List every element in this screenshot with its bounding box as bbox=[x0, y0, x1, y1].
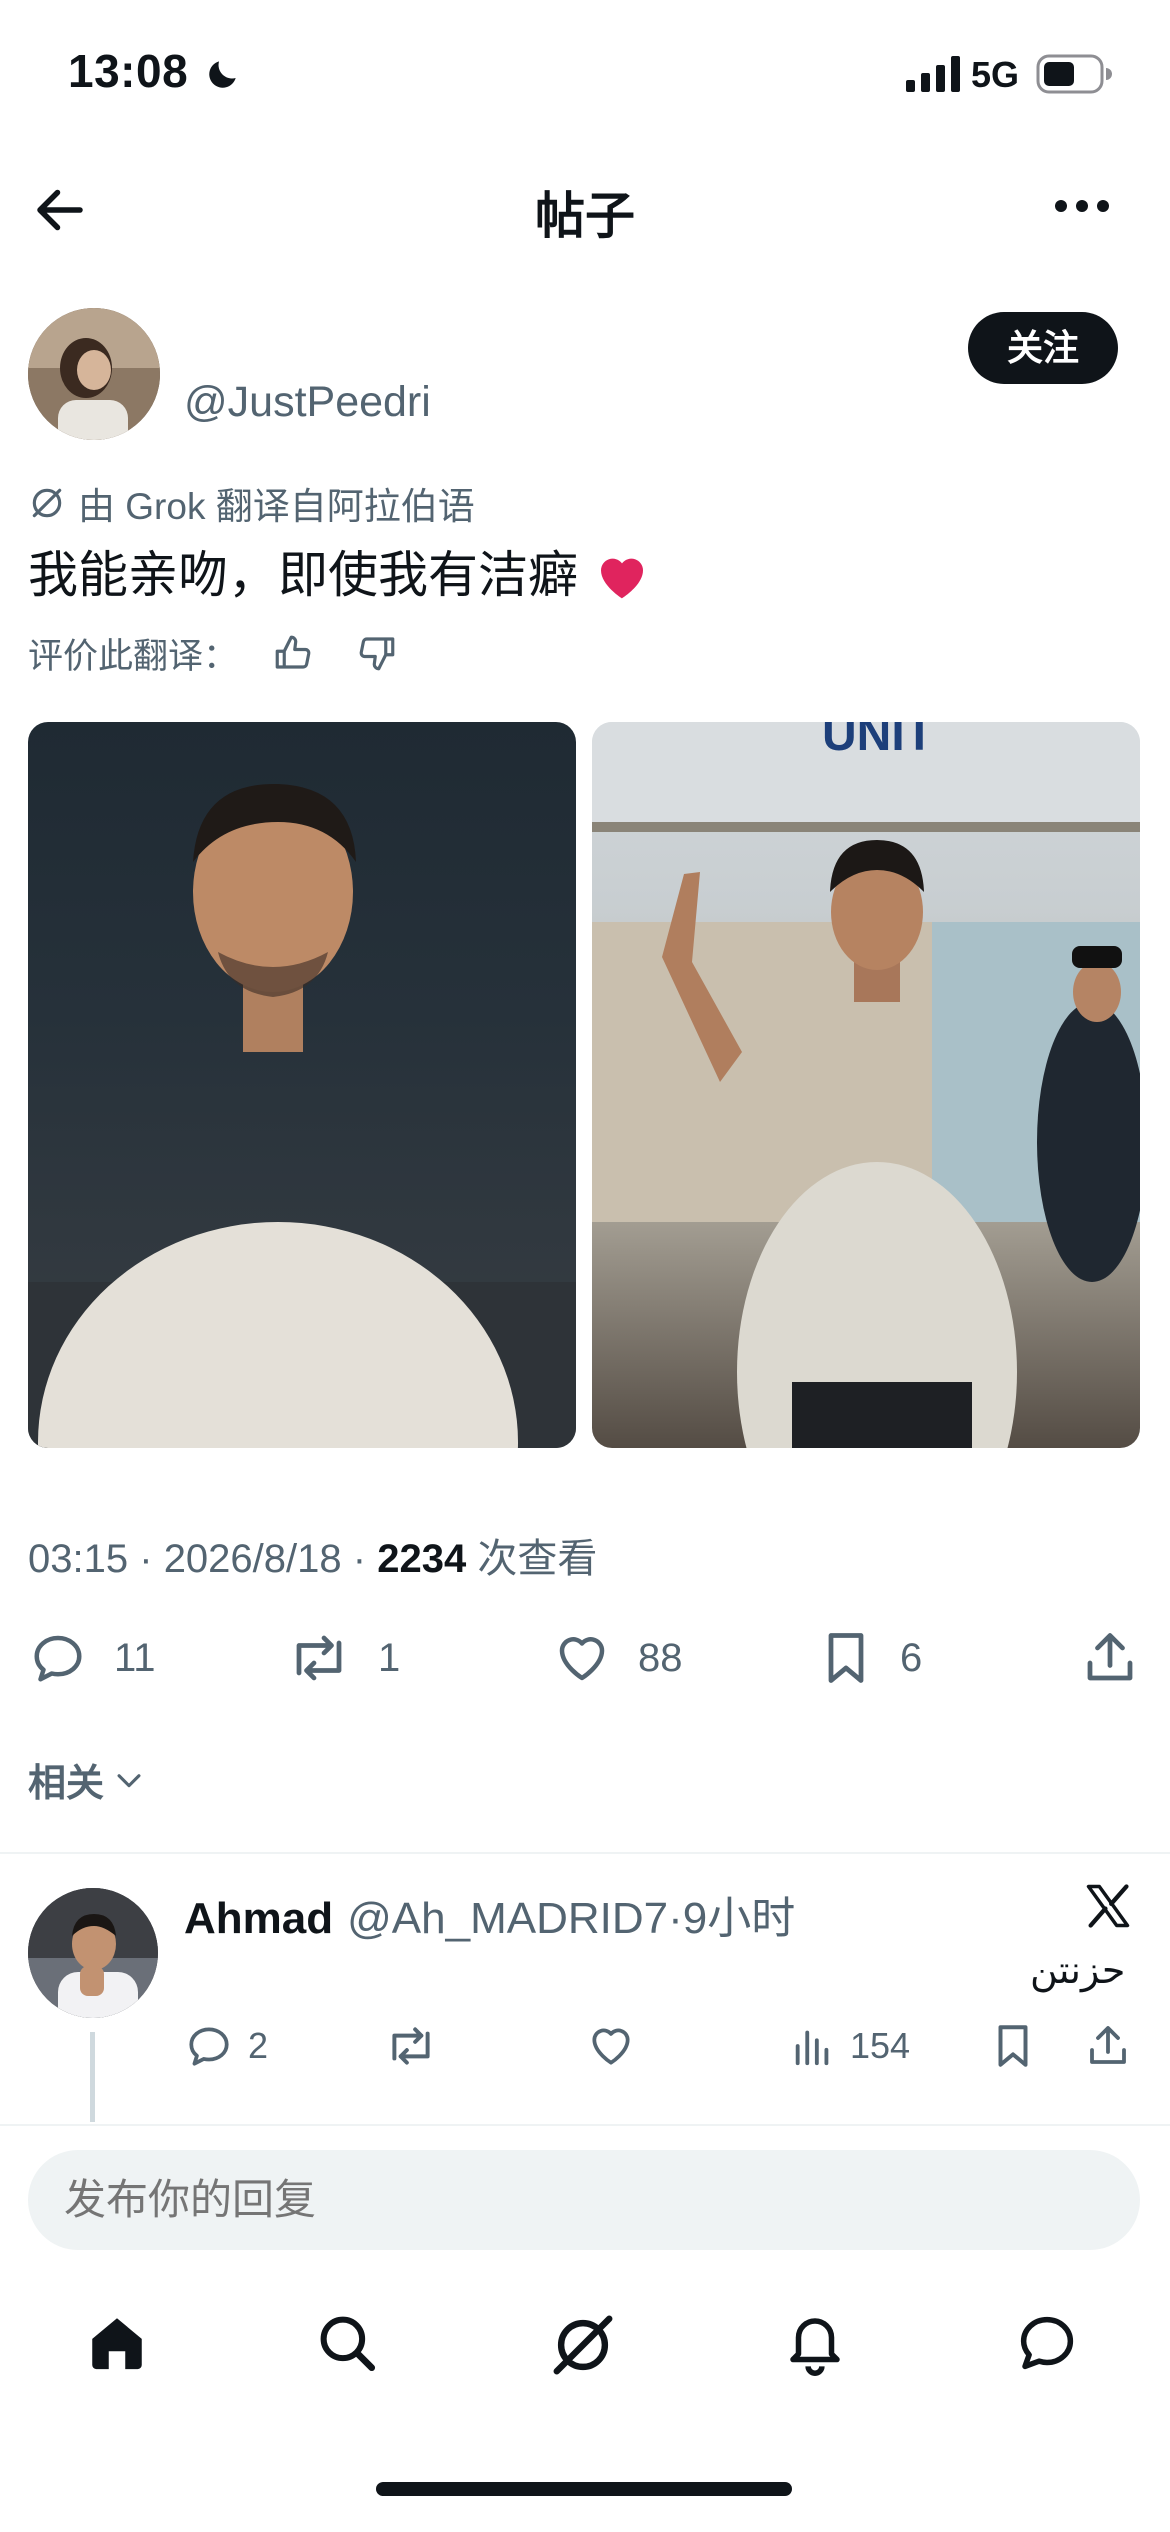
author-handle[interactable]: @JustPeedri bbox=[184, 378, 431, 427]
post-action-bar: 11 1 88 6 bbox=[0, 1618, 1170, 1698]
translation-source-row: 由 Grok 翻译自阿拉伯语 bbox=[28, 480, 475, 527]
chevron-down-icon bbox=[117, 1773, 141, 1787]
grok-icon bbox=[28, 484, 66, 522]
x-logo-icon bbox=[1082, 1880, 1134, 1932]
share-button[interactable] bbox=[1080, 1618, 1140, 1698]
author-avatar[interactable] bbox=[28, 308, 160, 440]
repost-button[interactable]: 1 bbox=[286, 1618, 400, 1698]
repost-icon bbox=[296, 1635, 342, 1681]
bookmark-count: 6 bbox=[900, 1635, 923, 1680]
bookmark-button[interactable]: 6 bbox=[818, 1618, 922, 1698]
reply-icon bbox=[189, 2027, 229, 2066]
reply-views-button[interactable]: 154 bbox=[790, 2014, 910, 2078]
grok-icon bbox=[553, 2315, 613, 2375]
reply-icon bbox=[34, 1635, 82, 1682]
reply-author-name[interactable]: Ahmad bbox=[184, 1894, 333, 1944]
reply-count: 11 bbox=[114, 1635, 156, 1680]
search-icon bbox=[320, 2316, 376, 2372]
divider bbox=[0, 2124, 1170, 2126]
reply-button[interactable]: 11 bbox=[28, 1618, 156, 1698]
tab-messages[interactable] bbox=[1014, 2310, 1080, 2376]
reply-bookmark-button[interactable] bbox=[990, 2014, 1036, 2078]
repost-icon bbox=[392, 2027, 430, 2065]
red-heart-emoji bbox=[594, 549, 650, 601]
repost-count: 1 bbox=[378, 1635, 401, 1680]
reply-reply-button[interactable]: 2 bbox=[184, 2014, 268, 2078]
rate-translation-label: 评价此翻译： bbox=[28, 636, 239, 676]
reply-avatar[interactable] bbox=[28, 1888, 158, 2018]
reply-share-button[interactable] bbox=[1084, 2014, 1132, 2078]
home-indicator bbox=[376, 2482, 792, 2496]
more-icon[interactable] bbox=[1053, 198, 1111, 214]
bookmark-icon bbox=[998, 2025, 1028, 2067]
svg-text:UNIT: UNIT bbox=[822, 722, 934, 761]
rate-translation-row: 评价此翻译： bbox=[28, 628, 398, 678]
tab-notifications[interactable] bbox=[782, 2310, 848, 2376]
tab-search[interactable] bbox=[314, 2310, 380, 2376]
post-time: 03:15 bbox=[28, 1537, 129, 1581]
thread-line bbox=[90, 2032, 95, 2122]
status-bar: 13:08 5G bbox=[0, 0, 1170, 150]
signal-icon bbox=[906, 56, 962, 92]
translation-source-text: 由 Grok 翻译自阿拉伯语 bbox=[78, 486, 475, 527]
related-label: 相关 bbox=[28, 1763, 105, 1805]
reply-header: Ahmad @Ah_MADRID7 ·9小时 bbox=[184, 1882, 795, 1946]
bookmark-icon bbox=[828, 1633, 864, 1683]
battery-icon bbox=[1036, 54, 1112, 94]
reply-repost-button[interactable] bbox=[384, 2014, 438, 2078]
share-icon bbox=[1090, 2026, 1126, 2064]
reply-input[interactable] bbox=[28, 2150, 1140, 2250]
reply-reply-count: 2 bbox=[248, 2025, 269, 2066]
post-text: 我能亲吻，即使我有洁癖 bbox=[28, 542, 650, 608]
post-meta: 03:15 · 2026/8/18 · 2234 次查看 bbox=[28, 1537, 598, 1581]
thumb-up-icon[interactable] bbox=[272, 632, 314, 674]
divider bbox=[0, 1852, 1170, 1854]
tab-grok[interactable] bbox=[548, 2310, 618, 2380]
bell-icon bbox=[790, 2318, 840, 2376]
view-count-label: 次查看 bbox=[477, 1537, 598, 1581]
reply-view-count: 154 bbox=[850, 2025, 911, 2066]
reply-like-button[interactable] bbox=[586, 2014, 636, 2078]
follow-button[interactable]: 关注 bbox=[968, 312, 1118, 384]
moon-icon bbox=[204, 55, 242, 93]
tab-home[interactable] bbox=[84, 2310, 150, 2376]
related-dropdown[interactable]: 相关 bbox=[28, 1752, 146, 1807]
like-button[interactable]: 88 bbox=[552, 1618, 683, 1698]
reply-time: ·9小时 bbox=[668, 1894, 796, 1943]
view-count: 2234 bbox=[377, 1537, 467, 1581]
post-photo-right[interactable]: UNIT bbox=[592, 722, 1140, 1448]
heart-icon bbox=[592, 2028, 630, 2065]
status-time: 13:08 bbox=[68, 45, 189, 97]
views-chart-icon bbox=[795, 2030, 829, 2066]
network-label: 5G bbox=[971, 54, 1020, 95]
like-count: 88 bbox=[638, 1635, 683, 1680]
share-icon bbox=[1087, 1633, 1133, 1681]
reply-author-handle[interactable]: @Ah_MADRID7 bbox=[347, 1894, 668, 1944]
home-icon bbox=[92, 2318, 142, 2370]
thumb-down-icon[interactable] bbox=[356, 632, 398, 674]
post-date: 2026/8/18 bbox=[163, 1537, 342, 1581]
heart-icon bbox=[559, 1637, 605, 1681]
post-photo-left[interactable] bbox=[28, 722, 576, 1448]
post-text-content: 我能亲吻，即使我有洁癖 bbox=[28, 547, 578, 603]
reply-text: حزنتن bbox=[1030, 1950, 1126, 1992]
chat-icon bbox=[1020, 2316, 1074, 2370]
page-title: 帖子 bbox=[535, 188, 635, 244]
